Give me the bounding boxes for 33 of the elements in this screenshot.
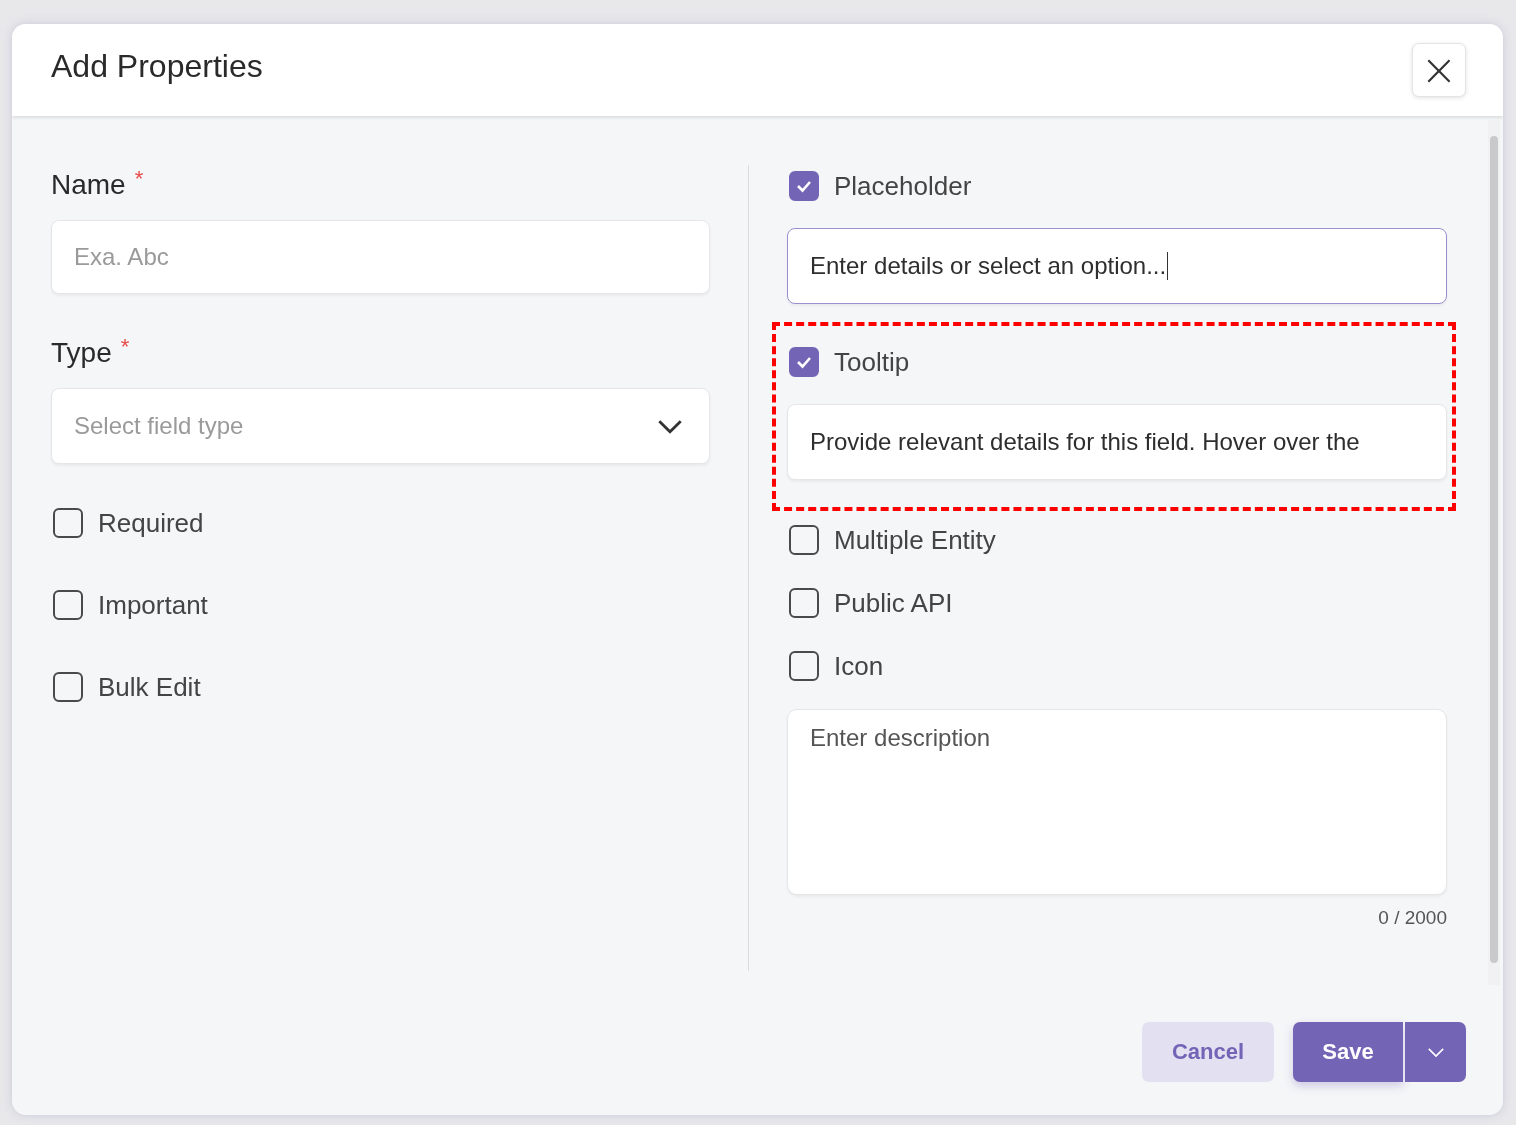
close-button[interactable]: × [1412, 43, 1466, 97]
required-asterisk-icon: * [120, 336, 130, 358]
checkbox[interactable] [789, 588, 819, 618]
checkbox[interactable] [53, 508, 83, 538]
checkbox[interactable] [789, 651, 819, 681]
checkbox-label: Public API [834, 587, 953, 619]
field-label: Name [51, 168, 126, 202]
select-placeholder: Select field type [74, 412, 244, 440]
name-input-field[interactable]: Exa. Abc [51, 220, 710, 294]
text-input-field[interactable]: Enter details or select an option... [787, 228, 1447, 304]
checkbox-label: Placeholder [834, 170, 972, 202]
checkbox[interactable] [789, 347, 819, 377]
character-counter: 0 / 2000 [1378, 907, 1447, 929]
required-asterisk-icon: * [134, 168, 144, 190]
save-button[interactable]: Save [1293, 1022, 1403, 1082]
text-input-field[interactable]: Provide relevant details for this field. Hover over the [787, 404, 1447, 480]
checkbox-label: Icon [834, 650, 884, 682]
checkbox-label: Bulk Edit [98, 671, 201, 703]
checkbox[interactable] [789, 525, 819, 555]
dialog-title: Add Properties [51, 47, 263, 85]
chevron-down-icon [1426, 1046, 1445, 1058]
checkbox[interactable] [53, 672, 83, 702]
scrollbar[interactable] [1488, 120, 1500, 985]
chevron-down-icon [657, 418, 683, 434]
checkbox[interactable] [53, 590, 83, 620]
checkbox-label: Required [98, 507, 204, 539]
checkbox[interactable] [789, 171, 819, 201]
field-label: Type [51, 336, 112, 370]
description-field[interactable]: Enter description [787, 709, 1447, 895]
checkbox-label: Important [98, 589, 208, 621]
checkbox-label: Multiple Entity [834, 524, 996, 556]
cancel-button[interactable]: Cancel [1142, 1022, 1274, 1082]
checkbox-label: Tooltip [834, 346, 910, 378]
